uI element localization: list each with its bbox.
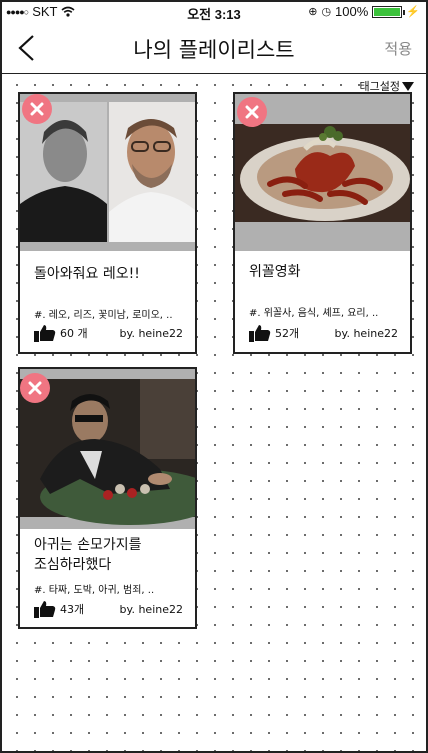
remove-button[interactable] — [20, 373, 50, 403]
battery-icon — [372, 5, 406, 18]
apply-button[interactable]: 적용 — [384, 38, 412, 59]
close-icon — [30, 102, 44, 116]
page-title: 나의 플레이리스트 — [133, 38, 295, 62]
like-count: 60 개 — [60, 327, 88, 340]
playlist-tags: #. 타짜, 도박, 아귀, 범죄, .. — [34, 585, 155, 596]
playlist-meta: 43개 by. heine22 — [34, 600, 183, 618]
playlist-tags: #. 위꼴사, 음식, 셰프, 요리, .. — [249, 308, 379, 319]
playlist-title: 아귀는 손모가지를 조심하라했다 — [34, 535, 142, 575]
playlist-card[interactable]: 아귀는 손모가지를 조심하라했다 #. 타짜, 도박, 아귀, 범죄, .. 4… — [18, 367, 197, 629]
playlist-meta: 52개 by. heine22 — [249, 324, 398, 342]
playlist-title-line2: 조심하라했다 — [34, 557, 112, 573]
thumbs-up-icon[interactable] — [34, 600, 56, 618]
dropdown-triangle-icon — [402, 81, 414, 91]
playlist-title: 위꼴영화 — [249, 264, 301, 280]
playlist-card[interactable]: 위꼴영화 #. 위꼴사, 음식, 셰프, 요리, .. 52개 by. hein… — [233, 92, 412, 354]
thumbs-up-icon[interactable] — [249, 324, 271, 342]
close-icon — [28, 381, 42, 395]
charging-icon: ⚡ — [406, 6, 420, 18]
playlist-tags: #. 레오, 리즈, 꽃미남, 로미오, .. — [34, 310, 173, 321]
like-count: 43개 — [60, 603, 85, 616]
like-count: 52개 — [275, 327, 300, 340]
playlist-title-line1: 아귀는 손모가지를 — [34, 537, 142, 553]
playlist-card[interactable]: 돌아와줘요 레오!! #. 레오, 리즈, 꽃미남, 로미오, .. 60 개 … — [18, 92, 197, 354]
status-bar: ●●●●○ SKT 오전 3:13 ⊕ ◷ 100% ⚡ — [2, 2, 426, 22]
remove-button[interactable] — [237, 97, 267, 127]
author-name: by. heine22 — [119, 602, 183, 616]
author-name: by. heine22 — [119, 326, 183, 340]
rotation-lock-icon: ⊕ — [308, 6, 318, 18]
playlist-meta: 60 개 by. heine22 — [34, 324, 183, 342]
alarm-icon: ◷ — [321, 6, 332, 18]
thumbs-up-icon[interactable] — [34, 324, 56, 342]
remove-button[interactable] — [22, 94, 52, 124]
battery-percent: 100% — [335, 4, 369, 19]
close-icon — [245, 105, 259, 119]
author-name: by. heine22 — [334, 326, 398, 340]
nav-header: 나의 플레이리스트 적용 — [2, 22, 426, 74]
playlist-title: 돌아와줘요 레오!! — [34, 266, 140, 282]
